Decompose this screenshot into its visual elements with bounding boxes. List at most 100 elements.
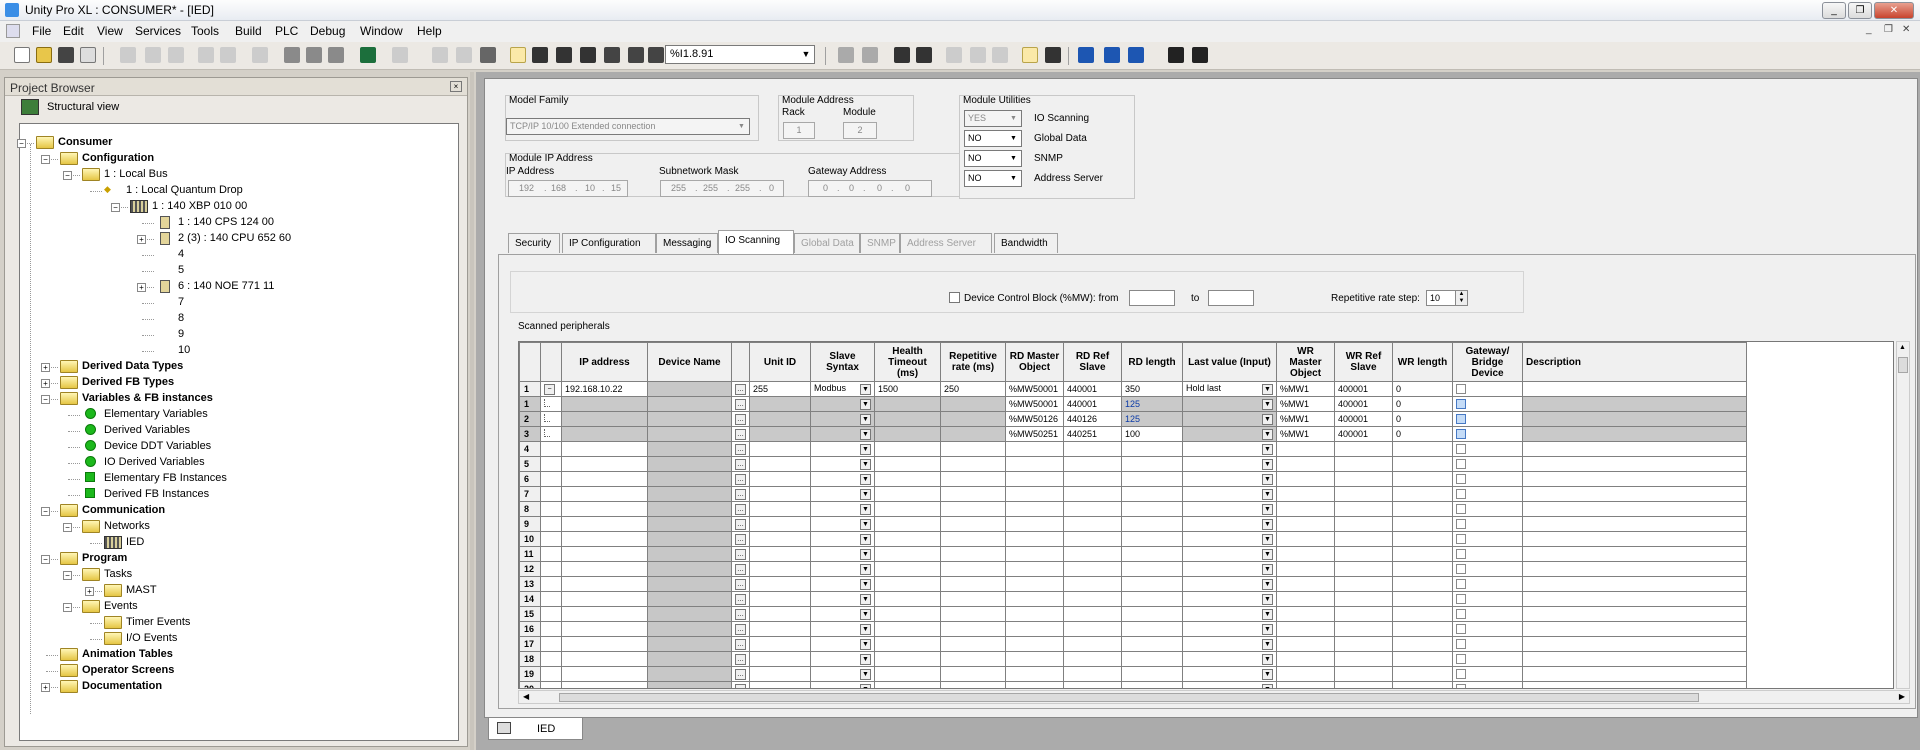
wr-length-cell[interactable]	[1392, 456, 1453, 472]
browse-cell[interactable]: …	[731, 456, 750, 472]
rd-ref-cell[interactable]	[1063, 531, 1122, 547]
col-ip-address[interactable]: IP address	[561, 342, 648, 382]
paste-icon[interactable]	[168, 47, 184, 63]
rd-master-cell[interactable]	[1005, 471, 1064, 487]
online-icon[interactable]	[1045, 47, 1061, 63]
syntax-cell[interactable]: ▼	[810, 516, 875, 532]
health-cell[interactable]	[874, 666, 941, 682]
chevron-down-icon[interactable]: ▼	[1262, 459, 1273, 470]
wr-master-cell[interactable]	[1276, 681, 1335, 688]
chevron-down-icon[interactable]: ▼	[1262, 474, 1273, 485]
menu-build[interactable]: Build	[235, 24, 262, 38]
browse-cell[interactable]: …	[731, 546, 750, 562]
gateway-cell[interactable]	[1452, 651, 1523, 667]
gateway-cell[interactable]	[1452, 501, 1523, 517]
rate-cell[interactable]	[940, 591, 1006, 607]
rd-master-cell[interactable]	[1005, 651, 1064, 667]
rd-length-cell[interactable]	[1121, 606, 1183, 622]
collapse-icon[interactable]: −	[63, 171, 72, 180]
tab-security[interactable]: Security	[508, 233, 560, 253]
health-cell[interactable]	[874, 426, 941, 442]
col-rd-master-object[interactable]: RD Master Object	[1005, 342, 1064, 382]
rate-cell[interactable]	[940, 441, 1006, 457]
device-name-cell[interactable]	[647, 681, 732, 688]
new-icon[interactable]	[14, 47, 30, 63]
dcb-to-input[interactable]	[1208, 290, 1254, 306]
browse-cell[interactable]: …	[731, 411, 750, 427]
chevron-down-icon[interactable]: ▼	[860, 669, 871, 680]
syntax-cell[interactable]: ▼	[810, 441, 875, 457]
analyze-icon[interactable]	[284, 47, 300, 63]
syntax-cell[interactable]: ▼	[810, 576, 875, 592]
wr-length-cell[interactable]	[1392, 666, 1453, 682]
table-row[interactable]: 6 … ▼ ▼	[519, 471, 1747, 487]
wr-ref-cell[interactable]: 400001	[1334, 426, 1393, 442]
chevron-down-icon[interactable]: ▼	[860, 519, 871, 530]
gateway-checkbox[interactable]	[1456, 474, 1466, 485]
undo-icon[interactable]	[198, 47, 214, 63]
types-library-icon[interactable]	[556, 47, 572, 63]
rd-master-cell[interactable]	[1005, 501, 1064, 517]
rd-ref-cell[interactable]: 440251	[1063, 426, 1122, 442]
col-repetitive-rate[interactable]: Repetitive rate (ms)	[940, 342, 1006, 382]
wr-master-cell[interactable]	[1276, 441, 1335, 457]
table-row[interactable]: 11 … ▼ ▼	[519, 546, 1747, 562]
collapse-icon[interactable]: −	[41, 155, 50, 164]
table-row[interactable]: 15 … ▼ ▼	[519, 606, 1747, 622]
gateway-cell[interactable]	[1452, 486, 1523, 502]
chevron-down-icon[interactable]: ▼	[1262, 684, 1273, 688]
last-value-cell[interactable]: ▼	[1182, 471, 1277, 487]
description-cell[interactable]	[1522, 426, 1747, 442]
table-row[interactable]: 10 … ▼ ▼	[519, 531, 1747, 547]
rd-master-cell[interactable]: %MW50126	[1005, 411, 1064, 427]
ellipsis-icon[interactable]: …	[735, 443, 746, 455]
last-value-cell[interactable]: ▼	[1182, 576, 1277, 592]
collapse-icon[interactable]: −	[41, 395, 50, 404]
watch-icon[interactable]	[894, 47, 910, 63]
rate-cell[interactable]	[940, 531, 1006, 547]
rd-ref-cell[interactable]: 440001	[1063, 396, 1122, 412]
syntax-cell[interactable]: ▼	[810, 681, 875, 688]
wr-ref-cell[interactable]	[1334, 516, 1393, 532]
rd-length-cell[interactable]	[1121, 621, 1183, 637]
rd-master-cell[interactable]	[1005, 636, 1064, 652]
ip-cell[interactable]	[561, 501, 648, 517]
chevron-down-icon[interactable]: ▼	[860, 594, 871, 605]
browse-cell[interactable]: …	[731, 381, 750, 397]
collapse-cell[interactable]: −	[540, 381, 562, 397]
unit-id-cell[interactable]	[749, 636, 811, 652]
device-name-cell[interactable]	[647, 576, 732, 592]
rate-cell[interactable]	[940, 636, 1006, 652]
redo-icon[interactable]	[220, 47, 236, 63]
description-cell[interactable]	[1522, 666, 1747, 682]
ellipsis-icon[interactable]: …	[735, 593, 746, 605]
gateway-checkbox[interactable]	[1456, 429, 1466, 440]
gateway-cell[interactable]	[1452, 426, 1523, 442]
browse-cell[interactable]: …	[731, 516, 750, 532]
rd-ref-cell[interactable]	[1063, 606, 1122, 622]
wr-length-cell[interactable]: 0	[1392, 411, 1453, 427]
ellipsis-icon[interactable]: …	[735, 488, 746, 500]
health-cell[interactable]	[874, 651, 941, 667]
wr-length-cell[interactable]	[1392, 441, 1453, 457]
help-icon[interactable]	[1168, 47, 1184, 63]
tab-snmp[interactable]: SNMP	[860, 233, 900, 253]
gateway-cell[interactable]	[1452, 606, 1523, 622]
gateway-cell[interactable]	[1452, 666, 1523, 682]
rate-cell[interactable]	[940, 681, 1006, 688]
health-cell[interactable]	[874, 636, 941, 652]
rd-ref-cell[interactable]	[1063, 456, 1122, 472]
wr-length-cell[interactable]	[1392, 501, 1453, 517]
menu-file[interactable]: File	[32, 24, 51, 38]
tab-io-scanning[interactable]: IO Scanning	[718, 230, 794, 254]
last-value-cell[interactable]: ▼	[1182, 561, 1277, 577]
rd-ref-cell[interactable]	[1063, 486, 1122, 502]
address-combo[interactable]: %I1.8.91 ▼	[665, 45, 815, 64]
ellipsis-icon[interactable]: …	[735, 383, 746, 395]
expand-icon[interactable]: +	[41, 363, 50, 372]
ellipsis-icon[interactable]: …	[735, 608, 746, 620]
health-cell[interactable]	[874, 486, 941, 502]
description-cell[interactable]	[1522, 516, 1747, 532]
col-gateway-bridge[interactable]: Gateway/ Bridge Device	[1452, 342, 1523, 382]
rd-ref-cell[interactable]	[1063, 471, 1122, 487]
